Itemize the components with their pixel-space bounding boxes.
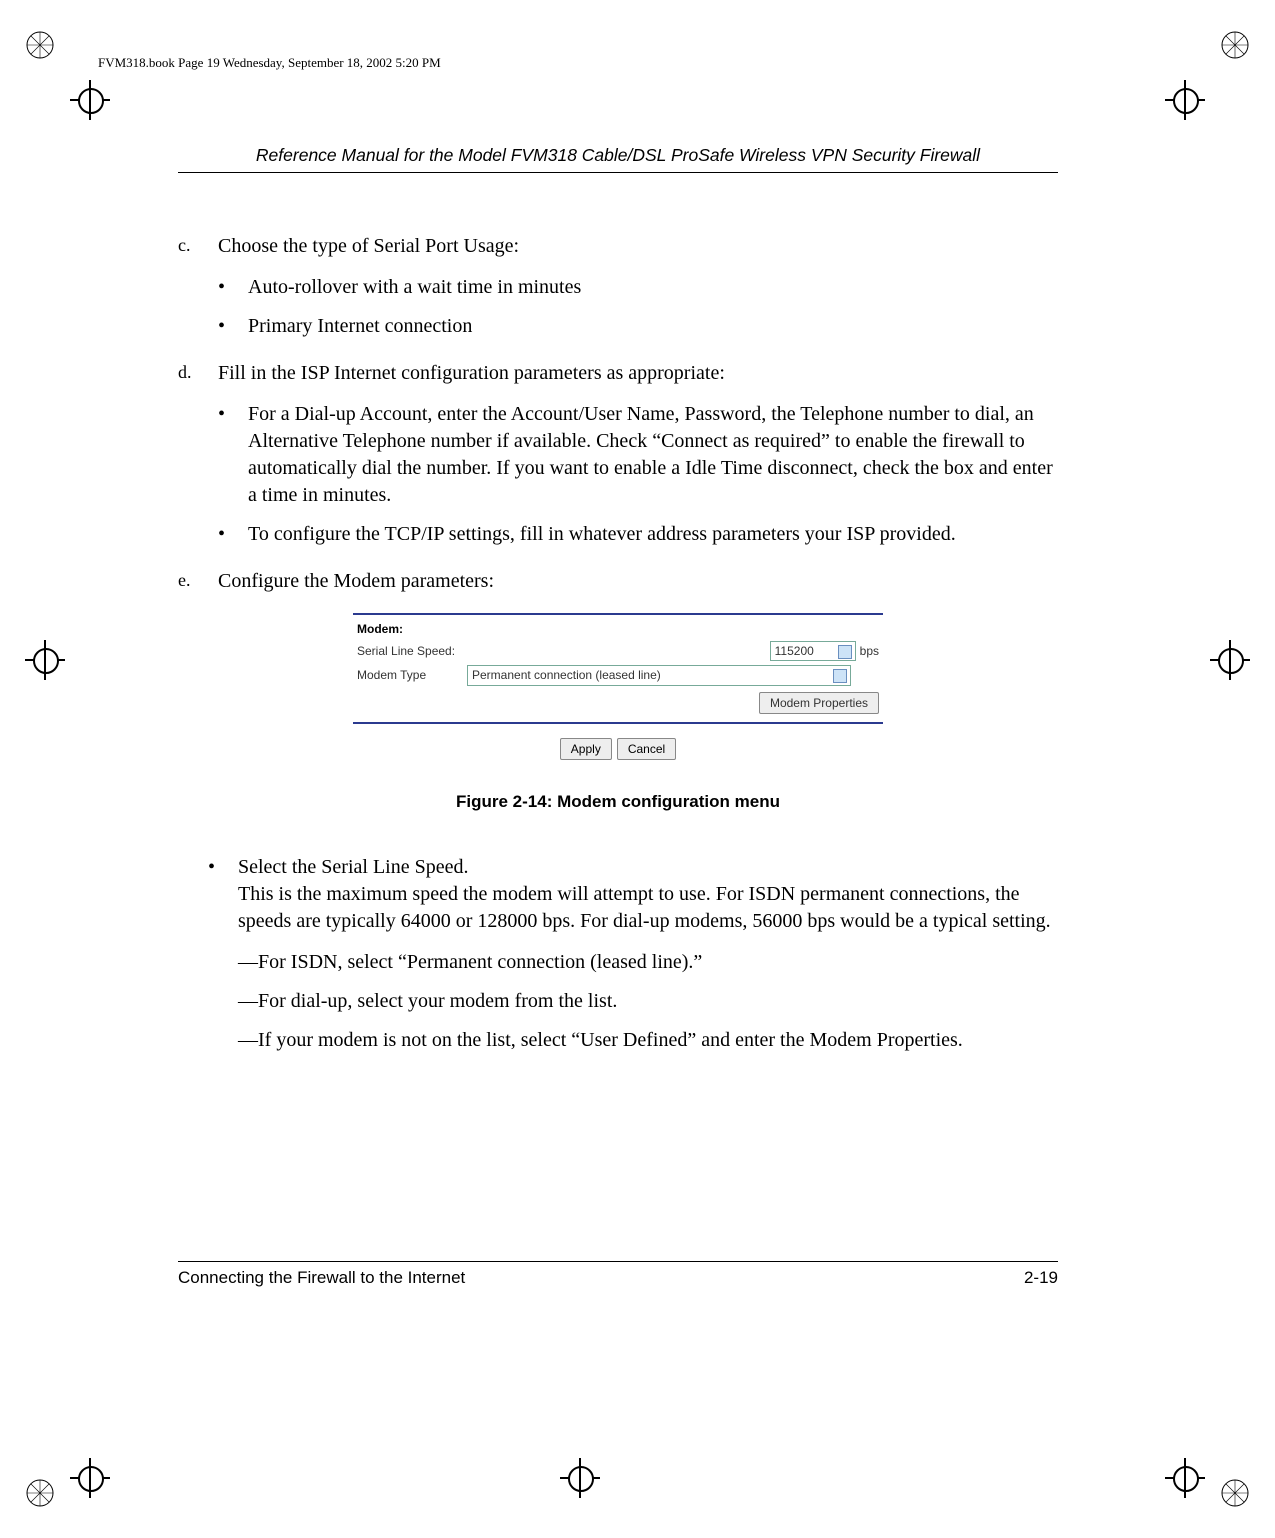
bullet-c-1: Primary Internet connection [248, 313, 1058, 340]
step-label-d: d. [178, 360, 218, 387]
apply-button[interactable]: Apply [560, 738, 612, 760]
step-label-c: c. [178, 233, 218, 260]
bullet-d-0: For a Dial-up Account, enter the Account… [248, 401, 1058, 509]
bullet-c-0: Auto-rollover with a wait time in minute… [248, 274, 1058, 301]
dash-item-1: —For dial-up, select your modem from the… [238, 988, 1058, 1015]
modem-type-select[interactable]: Permanent connection (leased line) [467, 665, 851, 685]
modem-heading: Modem: [357, 621, 879, 637]
registration-mark-icon [25, 1478, 55, 1508]
footer-left: Connecting the Firewall to the Internet [178, 1268, 465, 1288]
serial-line-speed-label: Serial Line Speed: [357, 643, 467, 659]
figure-caption: Figure 2-14: Modem configuration menu [353, 791, 883, 814]
page-footer: Connecting the Firewall to the Internet … [178, 1261, 1058, 1288]
registration-mark-icon [25, 30, 55, 60]
dash-item-2: —If your modem is not on the list, selec… [238, 1027, 1058, 1054]
book-page-header: FVM318.book Page 19 Wednesday, September… [98, 55, 441, 71]
body-text: c. Choose the type of Serial Port Usage:… [178, 233, 1058, 1054]
step-text-c: Choose the type of Serial Port Usage: [218, 233, 1058, 260]
bullet-icon: • [218, 274, 248, 301]
bullet-d-1: To configure the TCP/IP settings, fill i… [248, 521, 1058, 548]
bullet-icon: • [208, 854, 238, 935]
cancel-button[interactable]: Cancel [617, 738, 676, 760]
bps-label: bps [860, 643, 879, 659]
step-text-e: Configure the Modem parameters: [218, 568, 1058, 595]
registration-mark-icon [1220, 30, 1250, 60]
running-head: Reference Manual for the Model FVM318 Ca… [178, 145, 1058, 166]
footer-right: 2-19 [1024, 1268, 1058, 1288]
bullet-icon: • [218, 521, 248, 548]
footer-rule [178, 1261, 1058, 1262]
bullet-icon: • [218, 401, 248, 509]
registration-mark-icon [1220, 1478, 1250, 1508]
step-text-d: Fill in the ISP Internet configuration p… [218, 360, 1058, 387]
serial-line-speed-select[interactable]: 115200 [770, 641, 856, 661]
dash-item-0: —For ISDN, select “Permanent connection … [238, 949, 1058, 976]
bullet-icon: • [218, 313, 248, 340]
after-fig-lead: Select the Serial Line Speed. [238, 856, 468, 878]
modem-type-label: Modem Type [357, 667, 467, 683]
header-rule [178, 172, 1058, 173]
modem-properties-button[interactable]: Modem Properties [759, 692, 879, 714]
after-fig-bullet: Select the Serial Line Speed. This is th… [238, 854, 1058, 935]
after-fig-body: This is the maximum speed the modem will… [238, 883, 1051, 932]
step-label-e: e. [178, 568, 218, 595]
figure-2-14: Modem: Serial Line Speed: 115200 bps Mod… [353, 613, 883, 814]
